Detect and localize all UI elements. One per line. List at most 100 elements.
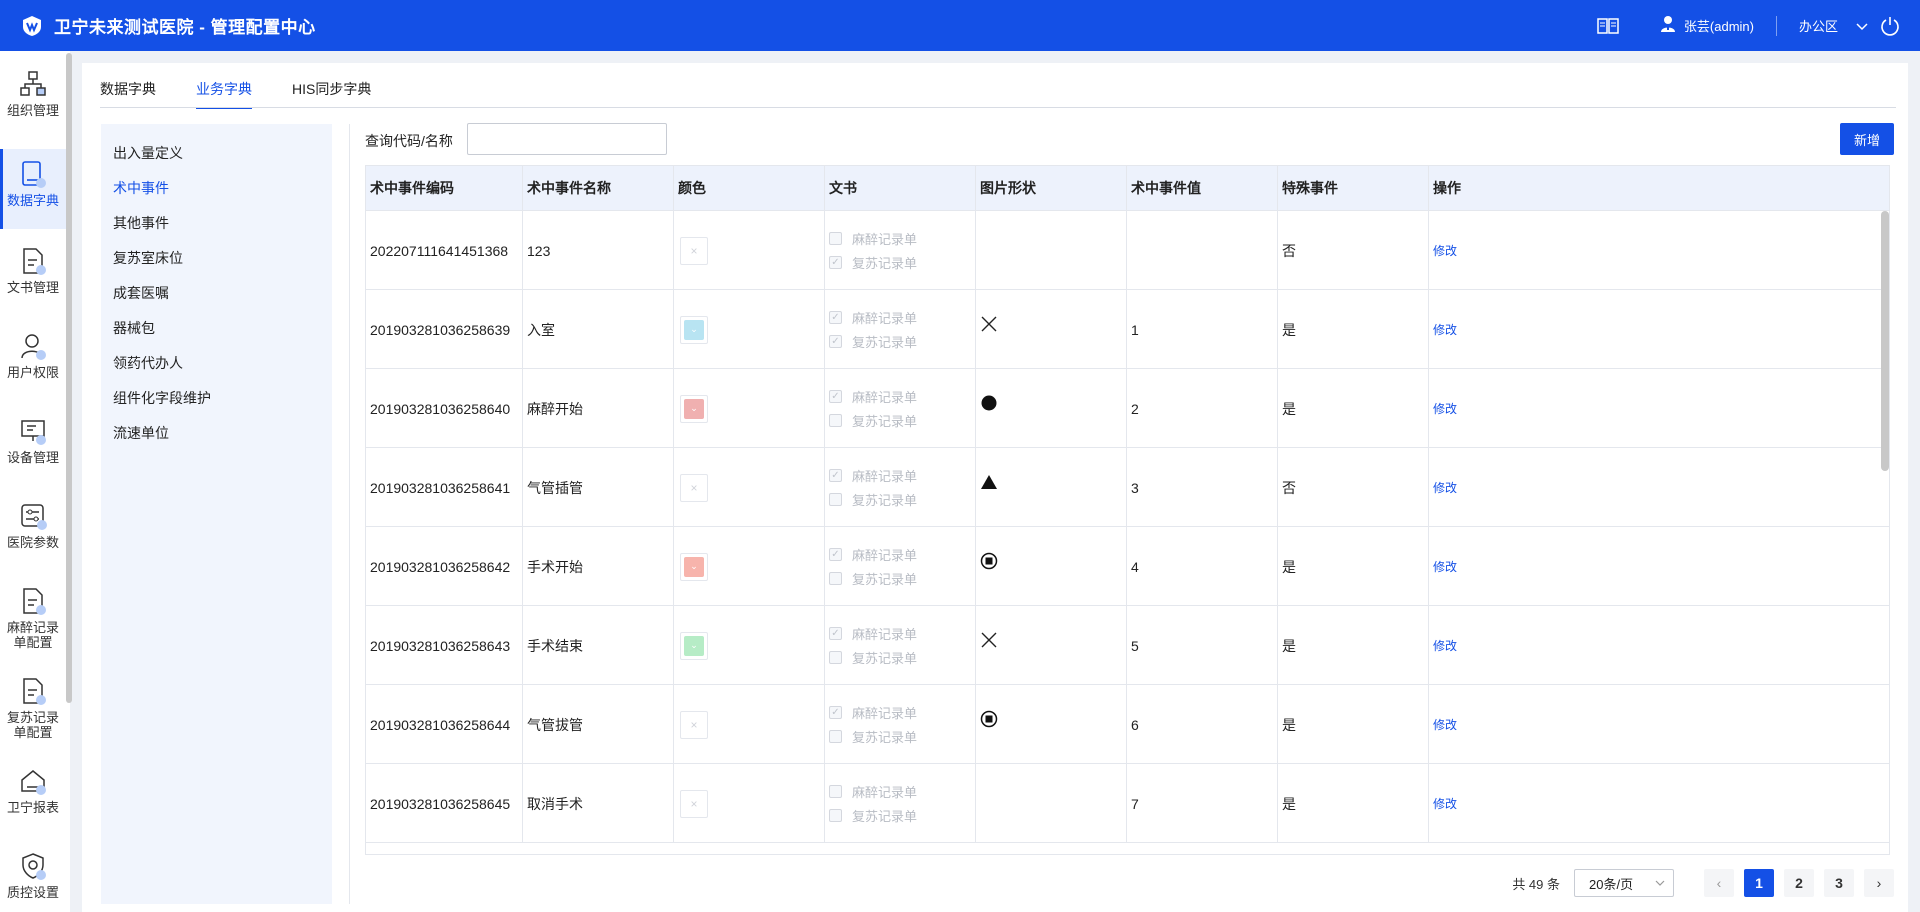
event-name: 麻醉开始	[527, 400, 583, 417]
nav-label: 质控设置	[6, 885, 59, 900]
manual-book-icon[interactable]	[1596, 14, 1620, 38]
page-size-value: 20条/页	[1589, 876, 1634, 892]
edit-link[interactable]: 修改	[1433, 716, 1457, 733]
side-item-component-fields[interactable]: 组件化字段维护	[113, 388, 211, 408]
page-button[interactable]: 2	[1784, 869, 1814, 897]
power-icon[interactable]	[1878, 14, 1902, 38]
column-header: 术中事件编码	[370, 180, 454, 196]
nav-item-user-permissions[interactable]: 用户权限	[0, 321, 66, 401]
page-button[interactable]: 3	[1824, 869, 1854, 897]
documents-cell: ✓ 麻醉记录单 ✓ 复苏记录单	[824, 290, 975, 369]
color-picker[interactable]: ×	[680, 236, 708, 265]
nav-item-dictionary[interactable]: 数据字典	[0, 149, 66, 229]
edit-link[interactable]: 修改	[1433, 558, 1457, 575]
special-event: 是	[1282, 716, 1296, 733]
left-nav: 组织管理 数据字典 文书管理 用户权限 设备管理 医院参数 麻醉记录单配置 复苏…	[0, 51, 72, 912]
event-value: 7	[1131, 795, 1139, 812]
event-value: 5	[1131, 637, 1139, 654]
event-value-cell	[1126, 211, 1277, 290]
action-cell: 修改	[1428, 527, 1889, 606]
side-item-drug-agents[interactable]: 领药代办人	[113, 353, 183, 373]
color-picker[interactable]: ⌄	[680, 315, 708, 344]
nav-item-recovery-config[interactable]: 复苏记录单配置	[0, 666, 66, 756]
nav-scrollbar[interactable]	[66, 53, 72, 703]
side-item-intake-output[interactable]: 出入量定义	[113, 143, 183, 163]
edit-link[interactable]: 修改	[1433, 242, 1457, 259]
color-picker[interactable]: ⌄	[680, 394, 708, 423]
nav-item-hospital-params[interactable]: 医院参数	[0, 491, 66, 571]
tab-data-dictionary[interactable]: 数据字典	[100, 79, 156, 109]
action-cell: 修改	[1428, 685, 1889, 764]
edit-link[interactable]: 修改	[1433, 637, 1457, 654]
edit-link[interactable]: 修改	[1433, 321, 1457, 338]
documents-cell: 麻醉记录单 复苏记录单	[824, 764, 975, 843]
action-cell: 修改	[1428, 606, 1889, 685]
office-selector[interactable]: 办公区	[1799, 16, 1838, 35]
side-item-other-events[interactable]: 其他事件	[113, 213, 169, 233]
side-item-intraop-events[interactable]: 术中事件	[113, 178, 169, 198]
action-cell: 修改	[1428, 290, 1889, 369]
color-picker[interactable]: ⌄	[680, 631, 708, 660]
edit-link[interactable]: 修改	[1433, 479, 1457, 496]
side-item-instrument-kits[interactable]: 器械包	[113, 318, 155, 338]
document-label: 复苏记录单	[852, 335, 918, 350]
color-swatch: ⌄	[684, 556, 704, 577]
cross-icon	[980, 631, 998, 649]
side-item-recovery-beds[interactable]: 复苏室床位	[113, 248, 183, 268]
prev-page-button[interactable]: ‹	[1704, 869, 1734, 897]
event-code-cell: 201903281036258644	[366, 685, 522, 764]
special-event: 是	[1282, 637, 1296, 654]
color-cell: ⌄	[673, 606, 824, 685]
document-label: 复苏记录单	[852, 572, 918, 587]
document-checkboxes: ✓ 麻醉记录单 复苏记录单	[829, 622, 917, 670]
shape-cell	[975, 211, 1126, 290]
table-row: 201903281036258642 手术开始 ⌄ ✓ 麻醉记录单 复苏记录单 4 是 修改	[366, 527, 1889, 606]
add-button[interactable]: 新增	[1840, 123, 1894, 155]
event-name-cell: 麻醉开始	[522, 369, 673, 448]
user-menu[interactable]: 张芸(admin)	[1660, 15, 1754, 36]
dictionary-tabs: 数据字典 业务字典 HIS同步字典	[100, 79, 411, 109]
nav-item-org[interactable]: 组织管理	[0, 59, 66, 139]
search-input[interactable]	[467, 123, 667, 155]
event-value: 3	[1131, 479, 1139, 496]
color-cell: ×	[673, 211, 824, 290]
edit-link[interactable]: 修改	[1433, 795, 1457, 812]
shield-icon	[22, 853, 46, 880]
special-event-cell: 是	[1277, 527, 1428, 606]
event-value-cell: 6	[1126, 685, 1277, 764]
color-swatch: ⌄	[684, 635, 704, 656]
edit-link[interactable]: 修改	[1433, 400, 1457, 417]
tab-business-dictionary[interactable]: 业务字典	[196, 79, 252, 109]
total-count: 共 49 条	[1512, 876, 1560, 892]
nav-item-quality-control[interactable]: 质控设置	[0, 841, 66, 912]
tab-his-sync-dictionary[interactable]: HIS同步字典	[292, 79, 371, 109]
next-page-button[interactable]: ›	[1864, 869, 1894, 897]
checkbox-unchecked	[829, 809, 842, 822]
checkbox-checked: ✓	[829, 311, 842, 324]
page-button[interactable]: 1	[1744, 869, 1774, 897]
event-value: 2	[1131, 400, 1139, 417]
document-checkboxes: ✓ 麻醉记录单 ✓ 复苏记录单	[829, 306, 917, 354]
event-code: 202207111641451368	[370, 242, 509, 259]
column-header: 特殊事件	[1277, 166, 1428, 211]
event-value: 6	[1131, 716, 1139, 733]
chevron-down-icon[interactable]	[1856, 18, 1868, 34]
nav-item-documents[interactable]: 文书管理	[0, 236, 66, 316]
color-picker[interactable]: ×	[680, 789, 708, 818]
side-item-order-sets[interactable]: 成套医嘱	[113, 283, 169, 303]
nav-item-reports[interactable]: 卫宁报表	[0, 756, 66, 836]
color-picker[interactable]: ×	[680, 710, 708, 739]
color-picker[interactable]: ⌄	[680, 552, 708, 581]
document-option: ✓ 麻醉记录单	[829, 701, 917, 725]
nav-item-anesthesia-config[interactable]: 麻醉记录单配置	[0, 576, 66, 666]
side-item-flow-units[interactable]: 流速单位	[113, 423, 169, 443]
event-name: 取消手术	[527, 795, 583, 812]
color-picker[interactable]: ×	[680, 473, 708, 502]
main-panel: 数据字典 业务字典 HIS同步字典 出入量定义 术中事件 其他事件 复苏室床位 …	[82, 63, 1908, 912]
nav-label: 用户权限	[6, 365, 59, 380]
nav-item-devices[interactable]: 设备管理	[0, 406, 66, 486]
table-scrollbar[interactable]	[1881, 211, 1889, 471]
hospital-logo-icon	[20, 14, 44, 38]
page-size-select[interactable]: 20条/页	[1574, 869, 1674, 897]
special-event-cell: 是	[1277, 290, 1428, 369]
